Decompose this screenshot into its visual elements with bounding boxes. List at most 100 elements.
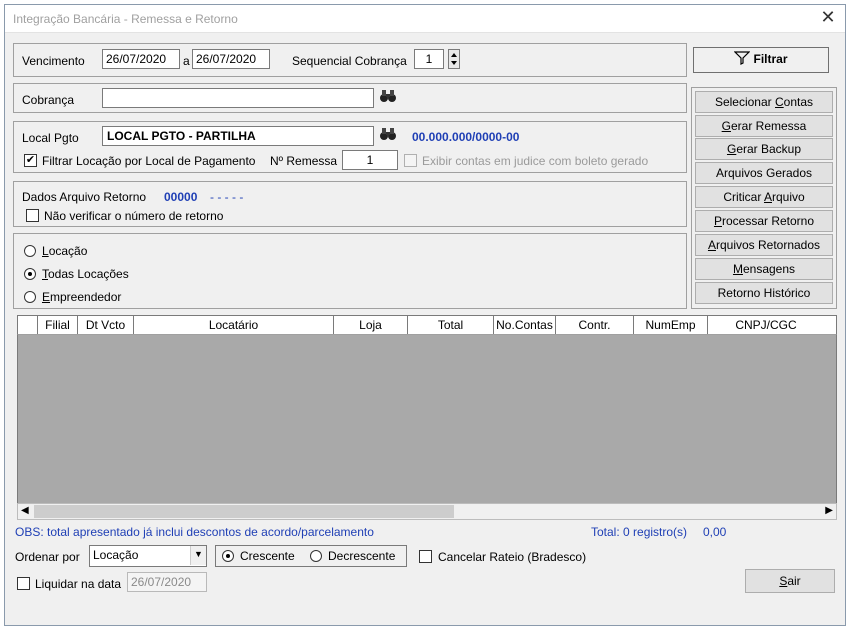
scope-text: ocação xyxy=(48,244,88,258)
action-button-text: Criticar xyxy=(723,190,764,204)
binoculars-icon xyxy=(380,90,396,102)
close-icon[interactable]: ✕ xyxy=(813,5,843,29)
action-button-8[interactable]: Mensagens xyxy=(695,258,833,280)
action-button-9[interactable]: Retorno Histórico xyxy=(695,282,833,304)
grid-column-header[interactable]: CNPJ/CGC xyxy=(708,316,824,334)
vencimento-label: Vencimento xyxy=(22,54,85,68)
action-button-accel: A xyxy=(707,238,716,252)
window-title: Integração Bancária - Remessa e Retorno xyxy=(13,12,238,26)
scroll-right-icon[interactable]: ▶ xyxy=(825,505,833,516)
cancel-rateio-checkbox[interactable] xyxy=(419,550,432,563)
grid-column-header[interactable]: NumEmp xyxy=(634,316,708,334)
action-button-6[interactable]: Processar Retorno xyxy=(695,210,833,232)
action-button-7[interactable]: Arquivos Retornados xyxy=(695,234,833,256)
grid-header: Filial Dt Vcto Locatário Loja Total No.Contas… xyxy=(17,315,837,335)
scope-group: Locação Todas Locações Empreendedor xyxy=(13,233,687,309)
filter-button[interactable]: Filtrar xyxy=(693,47,829,73)
chevron-down-icon[interactable]: ▼ xyxy=(190,546,206,565)
grid-column-header[interactable]: Contr. xyxy=(556,316,634,334)
grid-column-header[interactable] xyxy=(18,316,38,334)
date-separator: a xyxy=(183,54,190,68)
liquidar-date-input[interactable]: 26/07/2020 xyxy=(127,572,207,592)
seq-cobranca-input[interactable]: 1 xyxy=(414,49,444,69)
local-pgto-input[interactable]: LOCAL PGTO - PARTILHA xyxy=(102,126,374,146)
grid-column-header[interactable]: Loja xyxy=(334,316,408,334)
action-button-accel: G xyxy=(726,142,737,156)
no-verify-label: Não verificar o número de retorno xyxy=(44,209,224,223)
date-from-input[interactable]: 26/07/2020 xyxy=(102,49,180,69)
scope-accel: L xyxy=(42,244,49,258)
order-select-value: Locação xyxy=(93,548,139,562)
grid-column-header[interactable]: No.Contas xyxy=(494,316,556,334)
action-button-text: rquivo xyxy=(772,190,805,204)
action-button-text: rquivos Retornados xyxy=(715,238,821,252)
action-button-text: erar Remessa xyxy=(730,119,807,133)
grid-body[interactable] xyxy=(17,335,837,503)
asc-radio[interactable] xyxy=(222,550,234,562)
exit-label: air xyxy=(787,574,801,588)
remessa-input[interactable]: 1 xyxy=(342,150,398,170)
title-bar: Integração Bancária - Remessa e Retorno … xyxy=(5,5,845,33)
local-pgto-label: Local Pgto xyxy=(22,131,79,145)
desc-radio[interactable] xyxy=(310,550,322,562)
action-button-text: ensagens xyxy=(742,262,796,276)
scope-radio-3[interactable] xyxy=(24,291,36,303)
scope-radio-label: Locação xyxy=(42,244,87,258)
horizontal-scrollbar[interactable]: ◀ ▶ xyxy=(17,503,837,520)
grid-column-header[interactable]: Filial xyxy=(38,316,78,334)
binoculars-icon xyxy=(380,128,396,140)
liquidar-checkbox[interactable] xyxy=(17,577,30,590)
filter-location-checkbox[interactable]: ✔ xyxy=(24,154,37,167)
judice-checkbox[interactable] xyxy=(404,154,417,167)
grid-column-header[interactable]: Dt Vcto xyxy=(78,316,134,334)
cobranca-search-button[interactable] xyxy=(378,87,402,109)
local-pgto-search-button[interactable] xyxy=(378,125,402,147)
liquidar-label: Liquidar na data xyxy=(35,577,122,591)
action-button-5[interactable]: Criticar Arquivo xyxy=(695,186,833,208)
filter-icon xyxy=(734,51,751,65)
cobranca-label: Cobrança xyxy=(22,93,75,107)
grid-column-header[interactable]: Total xyxy=(408,316,494,334)
local-pgto-code: 00.000.000/0000-00 xyxy=(412,130,520,144)
order-select[interactable]: Locação ▼ xyxy=(89,545,207,567)
seq-spinner[interactable] xyxy=(448,49,460,69)
action-button-accel: C xyxy=(775,95,784,109)
action-button-text: rocessar Retorno xyxy=(721,214,815,228)
spinner-arrows-icon xyxy=(451,53,457,65)
asc-label: Crescente xyxy=(240,549,295,563)
obs-text: OBS: total apresentado já inclui descont… xyxy=(15,525,374,539)
scroll-left-icon[interactable]: ◀ xyxy=(21,505,29,516)
action-button-text: Retorno Histórico xyxy=(717,286,811,300)
remessa-label: Nº Remessa xyxy=(270,154,338,168)
main-window: Integração Bancária - Remessa e Retorno … xyxy=(4,4,846,626)
filter-location-label: Filtrar Locação por Local de Pagamento xyxy=(42,154,256,168)
filter-button-label: Filtrar xyxy=(753,52,788,66)
action-button-text: Selecionar xyxy=(714,95,775,109)
action-button-4[interactable]: Arquivos Gerados xyxy=(695,162,833,184)
action-button-accel: P xyxy=(713,214,722,228)
action-button-accel: M xyxy=(732,262,743,276)
no-verify-checkbox[interactable] xyxy=(26,209,39,222)
retorno-dashes: - - - - - xyxy=(210,190,244,204)
desc-label: Decrescente xyxy=(328,549,396,563)
exit-button[interactable]: Sair xyxy=(745,569,835,593)
scope-radio-2[interactable] xyxy=(24,268,36,280)
local-pgto-group: Local Pgto LOCAL PGTO - PARTILHA 00.000.… xyxy=(13,121,687,173)
cobranca-input[interactable] xyxy=(102,88,374,108)
scope-text: odas Locações xyxy=(48,267,129,281)
retorno-label: Dados Arquivo Retorno xyxy=(22,190,147,204)
action-button-2[interactable]: Gerar Remessa xyxy=(695,115,833,137)
scroll-thumb[interactable] xyxy=(34,505,454,518)
date-to-input[interactable]: 26/07/2020 xyxy=(192,49,270,69)
cobranca-group: Cobrança xyxy=(13,83,687,113)
action-button-1[interactable]: Selecionar Contas xyxy=(695,91,833,113)
action-button-accel: A xyxy=(763,190,772,204)
scope-radio-1[interactable] xyxy=(24,245,36,257)
grid-column-header[interactable]: Locatário xyxy=(134,316,334,334)
action-button-text: Arquivos Gerados xyxy=(715,166,813,180)
judice-label: Exibir contas em judice com boleto gerad… xyxy=(422,154,649,168)
action-button-3[interactable]: Gerar Backup xyxy=(695,138,833,160)
retorno-group: Dados Arquivo Retorno 00000 - - - - - Nã… xyxy=(13,181,687,227)
scope-text: mpreendedor xyxy=(50,290,122,304)
seq-cobranca-label: Sequencial Cobrança xyxy=(292,54,407,68)
